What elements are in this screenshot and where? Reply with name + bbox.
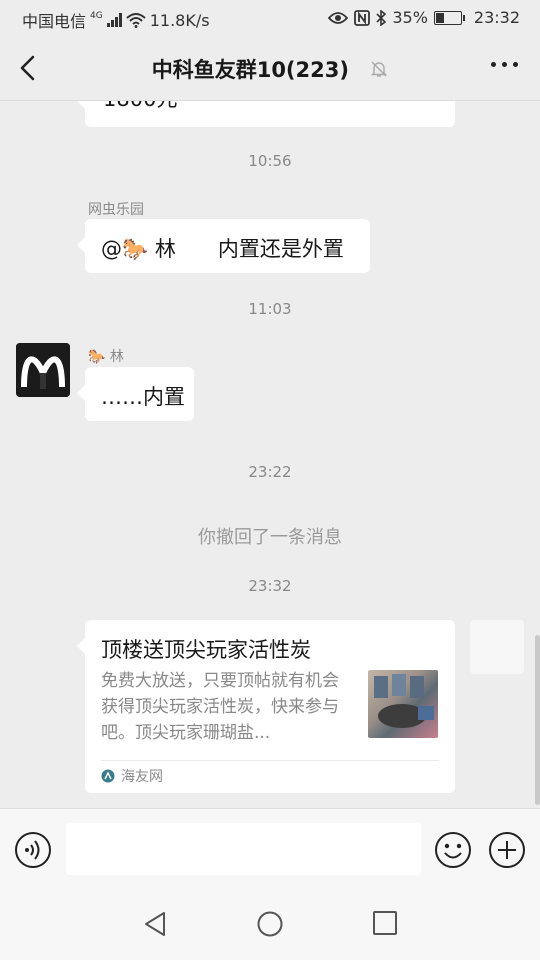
- input-bar: [0, 808, 540, 889]
- emoji-icon[interactable]: [434, 831, 472, 869]
- square-recent-icon[interactable]: [372, 910, 398, 936]
- mcdonalds-logo-icon: [16, 343, 70, 397]
- battery-fill: [435, 12, 444, 23]
- voice-icon[interactable]: [14, 831, 52, 869]
- message-bubble-1[interactable]: @🐎 林 内置还是外置: [77, 219, 370, 273]
- card-thumbnail: [368, 670, 438, 738]
- status-bar: 中国电信 4G 11.8K/s 35% 23:32: [0, 0, 540, 36]
- own-avatar-placeholder: [470, 620, 524, 674]
- card-divider: [101, 760, 439, 761]
- clock: 23:32: [473, 8, 520, 27]
- bluetooth-icon: [376, 9, 387, 26]
- network-type: 4G: [90, 11, 103, 21]
- avatar[interactable]: [16, 343, 70, 397]
- message-bubble-cutoff[interactable]: 1800元: [77, 101, 455, 127]
- chat-title: 中科鱼友群10(223): [151, 58, 349, 82]
- scrollbar[interactable]: [535, 635, 540, 805]
- message-input[interactable]: [66, 823, 421, 875]
- nfc-icon: [354, 9, 371, 26]
- sender-name-1: 网虫乐园: [88, 202, 144, 218]
- message-text-cutoff: 1800元: [103, 101, 177, 113]
- timestamp-3: 23:22: [248, 463, 292, 481]
- message-text-1: @🐎 林 内置还是外置: [101, 237, 344, 261]
- system-nav-bar: [0, 888, 540, 960]
- battery-percent: 35%: [392, 8, 428, 27]
- timestamp-4: 23:32: [248, 577, 292, 595]
- battery-icon: [433, 10, 465, 25]
- speed-label: 11.8K/s: [149, 10, 210, 30]
- wifi-icon: [126, 13, 146, 28]
- card-title: 顶楼送顶尖玩家活性炭: [101, 638, 311, 662]
- bell-off-icon: [371, 61, 388, 77]
- timestamp-1: 10:56: [248, 152, 292, 170]
- card-description: 免费大放送，只要顶帖就有机会获得顶尖玩家活性炭，快来参与吧。顶尖玩家珊瑚盐...: [101, 671, 339, 743]
- link-card[interactable]: 顶楼送顶尖玩家活性炭 免费大放送，只要顶帖就有机会获得顶尖玩家活性炭，快来参与吧…: [77, 620, 455, 793]
- message-bubble-2[interactable]: ……内置: [77, 367, 194, 421]
- more-dots-icon[interactable]: [491, 62, 518, 67]
- carrier-label: 中国电信: [22, 12, 87, 31]
- chat-title-wrap: 中科鱼友群10(223): [0, 54, 540, 84]
- card-source: 海友网: [101, 766, 163, 786]
- card-source-label: 海友网: [121, 769, 163, 785]
- timestamp-2: 11:03: [248, 300, 292, 318]
- signal-icon: [106, 13, 122, 27]
- source-logo-icon: [101, 769, 115, 783]
- triangle-back-icon[interactable]: [142, 910, 168, 938]
- recall-notice: 你撤回了一条消息: [198, 527, 342, 548]
- sender-name-2: 🐎 林: [88, 349, 124, 365]
- message-list[interactable]: 1800元 10:56 网虫乐园 @🐎 林 内置还是外置 11:03 🐎 林 ……: [0, 101, 540, 808]
- plus-icon[interactable]: [488, 831, 526, 869]
- circle-home-icon[interactable]: [256, 910, 284, 938]
- chat-header: 中科鱼友群10(223): [0, 36, 540, 101]
- message-text-2: ……内置: [101, 385, 185, 409]
- eye-icon: [328, 11, 349, 24]
